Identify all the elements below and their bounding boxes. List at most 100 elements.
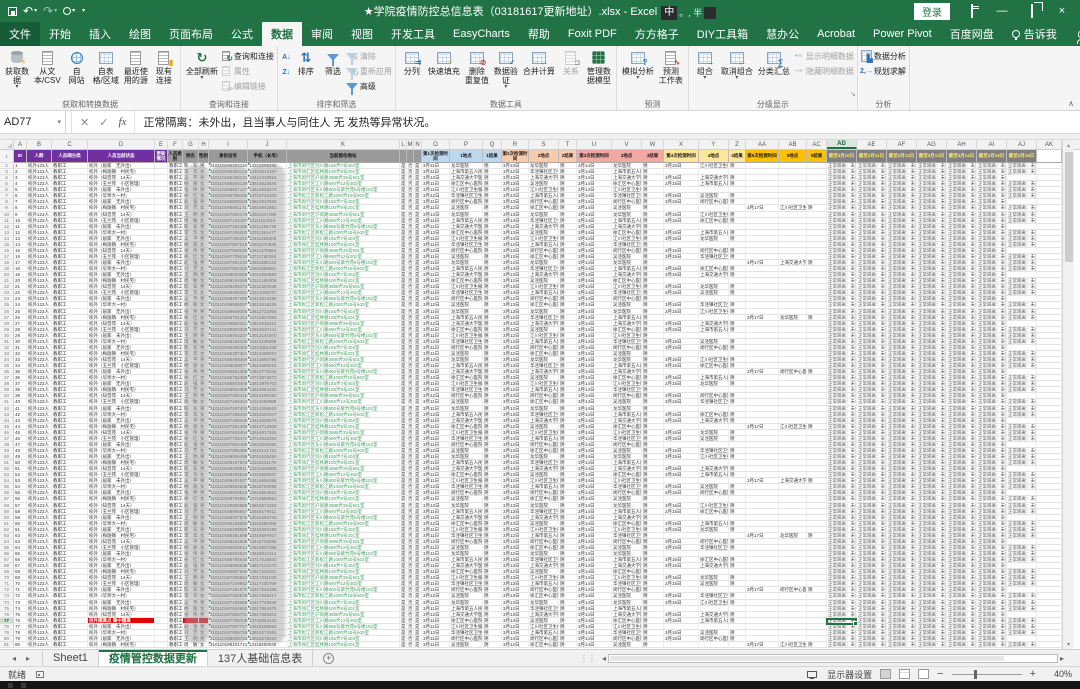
advanced-button[interactable]: 高级	[347, 79, 392, 93]
grid-header-cell[interactable]	[414, 150, 422, 163]
column-header-N[interactable]: N	[414, 140, 422, 149]
redo-button[interactable]: ↷▾	[43, 5, 57, 17]
grid-cell[interactable]: 3月11日	[422, 642, 450, 648]
save-icon[interactable]	[8, 7, 17, 16]
grid-header-cell[interactable]: 截至3月11日	[857, 150, 887, 163]
column-header-I[interactable]: I	[209, 140, 248, 149]
column-header-B[interactable]: B	[27, 140, 52, 149]
ribbon-tab-Foxit PDF[interactable]: Foxit PDF	[559, 22, 626, 46]
column-header-AI[interactable]: AI	[977, 140, 1007, 149]
column-header-AH[interactable]: AH	[947, 140, 977, 149]
column-header-A[interactable]: A	[14, 140, 27, 149]
hscroll-right-icon[interactable]: ▸	[1060, 654, 1064, 663]
sheet-nav-left-icon[interactable]: ◂	[12, 654, 16, 663]
column-header-K[interactable]: K	[287, 140, 400, 149]
zoom-in-icon[interactable]: +	[1030, 668, 1036, 680]
insert-function-icon[interactable]: fx	[118, 116, 126, 128]
split-button[interactable]: ⇉分列	[399, 47, 425, 99]
sheet-tab-epidemic-data[interactable]: 疫情管控数据更新	[99, 650, 208, 666]
horizontal-scrollbar[interactable]	[608, 654, 1058, 663]
ribbon-tab-DIY工具箱[interactable]: DIY工具箱	[688, 22, 757, 46]
column-header-F[interactable]: F	[168, 140, 183, 149]
hscroll-left-icon[interactable]: ◂	[602, 654, 606, 663]
column-header-W[interactable]: W	[642, 140, 664, 149]
ungroup-button[interactable]: ←取消组合▾	[719, 47, 755, 99]
close-icon[interactable]: ×	[1054, 5, 1070, 17]
column-header-AD[interactable]: AD	[827, 140, 857, 149]
grid-cell[interactable]	[699, 642, 729, 648]
solver-button[interactable]: 2,→规划求解	[861, 64, 906, 78]
enter-icon[interactable]: ✓	[99, 116, 108, 129]
grid-header-cell[interactable]: 4地点	[699, 150, 729, 163]
ribbon-tab-插入[interactable]: 插入	[80, 22, 120, 46]
grid-header-cell[interactable]	[1037, 150, 1062, 163]
name-box-dropdown-icon[interactable]: ▾	[57, 118, 61, 126]
ribbon-tab-审阅[interactable]: 审阅	[302, 22, 342, 46]
forecast-button[interactable]: ∿预测 工作表	[657, 47, 685, 99]
grid-cell[interactable]: 校外（梅陇镇 村民宅）	[88, 642, 155, 648]
ribbon-tab-EasyCharts[interactable]: EasyCharts	[444, 22, 519, 46]
page-layout-view-icon[interactable]	[899, 669, 910, 679]
ribbon-tab-文件[interactable]: 文件	[0, 22, 40, 46]
recent-button[interactable]: 最近使 用的源	[122, 47, 150, 99]
web-button[interactable]: 自 网站	[64, 47, 90, 99]
grid-cell[interactable]	[1037, 642, 1062, 648]
grid-cell[interactable]: 阴	[642, 642, 664, 648]
conn-button[interactable]: ▮现有 连接	[151, 47, 177, 99]
grid-cell[interactable]: 正常隔离：未外出	[947, 642, 977, 648]
column-header-R[interactable]: R	[502, 140, 529, 149]
select-all-corner[interactable]	[0, 140, 14, 149]
zoom-slider-thumb[interactable]	[974, 670, 977, 679]
column-header-Q[interactable]: Q	[483, 140, 502, 149]
grid-header-cell[interactable]: 4结果	[729, 150, 746, 163]
refresh-button[interactable]: ↻全部刷新▾	[184, 47, 220, 99]
grid-cell[interactable]	[155, 642, 168, 648]
column-header-J[interactable]: J	[248, 140, 287, 149]
display-settings-label[interactable]: 显示器设置	[827, 668, 872, 681]
normal-view-icon[interactable]	[880, 669, 891, 679]
grid-cell[interactable]: 徐汇区中心医院	[529, 642, 559, 648]
grid-cell[interactable]: 80	[14, 642, 27, 648]
column-header-C[interactable]: C	[52, 140, 88, 149]
sortza-button[interactable]: Z↓	[281, 65, 292, 79]
grid-header-cell[interactable]: 人员类别	[168, 150, 183, 163]
restore-icon[interactable]	[1024, 5, 1040, 17]
ime-indicator[interactable]: 中。, 半	[661, 6, 716, 20]
column-header-U[interactable]: U	[577, 140, 612, 149]
ribbon-tab-页面布局[interactable]: 页面布局	[160, 22, 222, 46]
column-header-E[interactable]: E	[155, 140, 168, 149]
column-header-X[interactable]: X	[664, 140, 699, 149]
filter-button[interactable]: 筛选	[320, 47, 346, 99]
model-button[interactable]: 管理数 据模型	[585, 47, 613, 99]
grid-header-cell[interactable]: 3结果	[642, 150, 664, 163]
grid-cell[interactable]	[664, 642, 699, 648]
login-button[interactable]: 登录	[914, 3, 950, 20]
cancel-icon[interactable]: ✕	[80, 116, 89, 129]
touch-mode-button[interactable]: ▾	[63, 7, 75, 15]
column-header-V[interactable]: V	[612, 140, 642, 149]
column-header-O[interactable]: O	[422, 140, 450, 149]
column-header-Z[interactable]: Z	[729, 140, 746, 149]
grid-cell[interactable]: 正常隔离：未外出	[977, 642, 1007, 648]
column-header-AJ[interactable]: AJ	[1007, 140, 1037, 149]
grid-header-cell[interactable]: 第3次检测时间	[577, 150, 612, 163]
grid-header-cell[interactable]: 第4次检测时间	[664, 150, 699, 163]
vertical-scroll-thumb[interactable]	[1065, 152, 1073, 262]
horizontal-scroll-thumb[interactable]	[610, 656, 1004, 661]
grid-header-cell[interactable]: 人员细分类	[52, 150, 88, 163]
page-break-view-icon[interactable]	[918, 669, 929, 679]
grid-cell[interactable]: 上海市徐汇区桂林路100弄8号201室	[287, 642, 400, 648]
new-sheet-button[interactable]: +	[313, 650, 344, 666]
scroll-up-icon[interactable]: ▴	[1067, 140, 1070, 150]
row-header-1[interactable]: 1	[0, 150, 14, 163]
column-header-S[interactable]: S	[529, 140, 559, 149]
grid-header-cell[interactable]: 截至3月13日	[917, 150, 947, 163]
ribbon-display-options-icon[interactable]	[964, 5, 980, 17]
grid-cell[interactable]: 校外123人	[27, 642, 52, 648]
column-header-P[interactable]: P	[450, 140, 483, 149]
grid-cell[interactable]	[729, 642, 746, 648]
column-header-T[interactable]: T	[559, 140, 577, 149]
grid-header-cell[interactable]: 第1次检测时间	[422, 150, 450, 163]
sort-button[interactable]: ⇅排序	[293, 47, 319, 99]
ribbon-tab-慧办公[interactable]: 慧办公	[757, 22, 808, 46]
